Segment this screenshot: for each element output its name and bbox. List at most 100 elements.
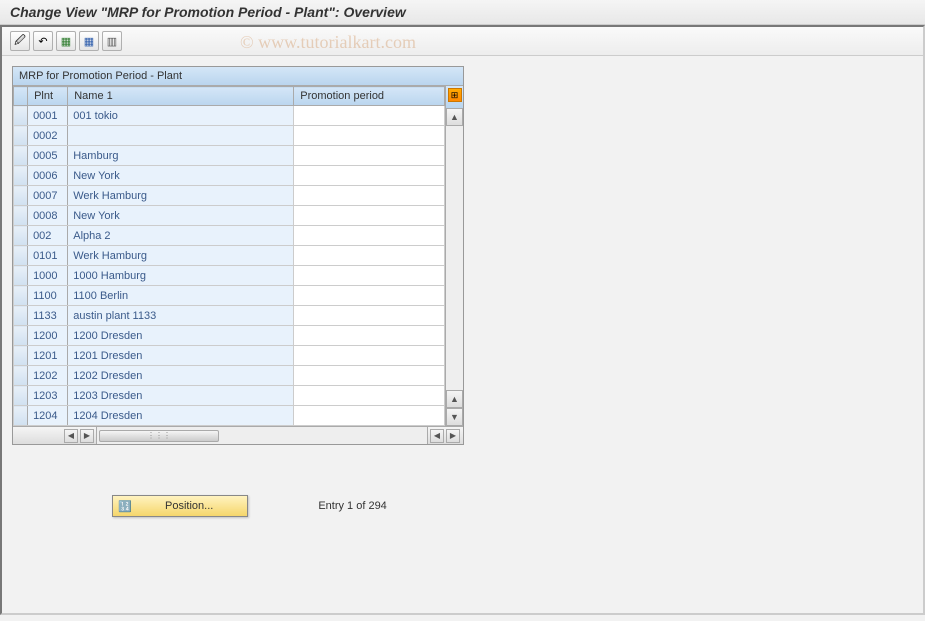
select-all-button[interactable]: ▦ [56, 31, 76, 51]
promo-cell[interactable] [294, 306, 445, 326]
row-selector[interactable] [14, 366, 28, 386]
plnt-cell[interactable]: 0002 [28, 126, 68, 146]
plnt-cell[interactable]: 1201 [28, 346, 68, 366]
row-selector[interactable] [14, 306, 28, 326]
vscroll-track[interactable] [446, 126, 463, 390]
name-cell[interactable]: 1201 Dresden [68, 346, 294, 366]
hscroll-track[interactable]: ⋮⋮⋮ [97, 427, 427, 444]
table-settings-button[interactable]: ⊞ [445, 86, 463, 108]
promo-cell[interactable] [294, 186, 445, 206]
name-cell[interactable]: Werk Hamburg [68, 186, 294, 206]
row-selector[interactable] [14, 166, 28, 186]
promo-cell[interactable] [294, 286, 445, 306]
toggle-change-button[interactable]: 🖉 [10, 31, 30, 51]
name-cell[interactable]: 1203 Dresden [68, 386, 294, 406]
table-row: 1133austin plant 1133 [14, 306, 445, 326]
row-selector[interactable] [14, 246, 28, 266]
table-row: 10001000 Hamburg [14, 266, 445, 286]
scroll-left-button[interactable]: ▶ [80, 429, 94, 443]
table-row: 002Alpha 2 [14, 226, 445, 246]
promo-cell[interactable] [294, 346, 445, 366]
position-button-label: Position... [135, 498, 243, 514]
col-header-select[interactable] [14, 87, 28, 106]
name-cell[interactable]: 1100 Berlin [68, 286, 294, 306]
undo-button[interactable]: ↶ [33, 31, 53, 51]
promo-cell[interactable] [294, 126, 445, 146]
plnt-cell[interactable]: 1203 [28, 386, 68, 406]
row-selector[interactable] [14, 406, 28, 426]
scroll-right-button[interactable]: ◀ [430, 429, 444, 443]
plnt-cell[interactable]: 0005 [28, 146, 68, 166]
name-cell[interactable]: 001 tokio [68, 106, 294, 126]
row-selector[interactable] [14, 266, 28, 286]
plnt-cell[interactable]: 1100 [28, 286, 68, 306]
promo-cell[interactable] [294, 266, 445, 286]
table-settings-icon: ⊞ [448, 88, 462, 102]
name-cell[interactable]: austin plant 1133 [68, 306, 294, 326]
table-row: 12031203 Dresden [14, 386, 445, 406]
table-row: 0007Werk Hamburg [14, 186, 445, 206]
name-cell[interactable]: Hamburg [68, 146, 294, 166]
promo-cell[interactable] [294, 246, 445, 266]
row-selector[interactable] [14, 206, 28, 226]
name-cell[interactable]: Werk Hamburg [68, 246, 294, 266]
table-row: 12011201 Dresden [14, 346, 445, 366]
row-selector[interactable] [14, 226, 28, 246]
promo-cell[interactable] [294, 406, 445, 426]
promo-cell[interactable] [294, 326, 445, 346]
row-selector[interactable] [14, 286, 28, 306]
name-cell[interactable]: 1000 Hamburg [68, 266, 294, 286]
promo-cell[interactable] [294, 386, 445, 406]
deselect-icon: ▥ [107, 35, 117, 48]
vertical-scrollbar[interactable]: ▲ ▲ ▼ [445, 108, 463, 426]
name-cell[interactable]: 1204 Dresden [68, 406, 294, 426]
row-selector[interactable] [14, 326, 28, 346]
scroll-down-button[interactable]: ▲ [446, 390, 463, 408]
deselect-all-button[interactable]: ▥ [102, 31, 122, 51]
plnt-cell[interactable]: 1200 [28, 326, 68, 346]
row-selector[interactable] [14, 126, 28, 146]
promo-cell[interactable] [294, 146, 445, 166]
entry-counter: Entry 1 of 294 [318, 500, 387, 512]
plnt-cell[interactable]: 0007 [28, 186, 68, 206]
promo-cell[interactable] [294, 166, 445, 186]
plnt-cell[interactable]: 0101 [28, 246, 68, 266]
page-title: Change View "MRP for Promotion Period - … [0, 0, 925, 25]
promo-cell[interactable] [294, 226, 445, 246]
name-cell[interactable]: 1200 Dresden [68, 326, 294, 346]
select-block-button[interactable]: ▦ [79, 31, 99, 51]
row-selector[interactable] [14, 386, 28, 406]
name-cell[interactable]: New York [68, 166, 294, 186]
scroll-first-button[interactable]: ◀ [64, 429, 78, 443]
col-header-promo[interactable]: Promotion period [294, 87, 445, 106]
plnt-cell[interactable]: 0008 [28, 206, 68, 226]
plnt-cell[interactable]: 0001 [28, 106, 68, 126]
col-header-name[interactable]: Name 1 [68, 87, 294, 106]
table-row: 0001001 tokio [14, 106, 445, 126]
position-button[interactable]: 🔢 Position... [112, 495, 248, 517]
plnt-cell[interactable]: 002 [28, 226, 68, 246]
promo-cell[interactable] [294, 366, 445, 386]
col-header-plnt[interactable]: Plnt [28, 87, 68, 106]
scroll-down-button-2[interactable]: ▼ [446, 408, 463, 426]
scroll-up-button[interactable]: ▲ [446, 108, 463, 126]
plnt-cell[interactable]: 1133 [28, 306, 68, 326]
promo-cell[interactable] [294, 106, 445, 126]
hscroll-thumb[interactable]: ⋮⋮⋮ [99, 430, 219, 442]
plnt-cell[interactable]: 0006 [28, 166, 68, 186]
name-cell[interactable] [68, 126, 294, 146]
row-selector[interactable] [14, 186, 28, 206]
row-selector[interactable] [14, 106, 28, 126]
row-selector[interactable] [14, 146, 28, 166]
row-selector[interactable] [14, 346, 28, 366]
plnt-cell[interactable]: 1202 [28, 366, 68, 386]
plnt-cell[interactable]: 1000 [28, 266, 68, 286]
name-cell[interactable]: 1202 Dresden [68, 366, 294, 386]
plnt-cell[interactable]: 1204 [28, 406, 68, 426]
name-cell[interactable]: New York [68, 206, 294, 226]
promo-cell[interactable] [294, 206, 445, 226]
scroll-last-button[interactable]: ▶ [446, 429, 460, 443]
table-row: 0006New York [14, 166, 445, 186]
table-row: 12041204 Dresden [14, 406, 445, 426]
name-cell[interactable]: Alpha 2 [68, 226, 294, 246]
